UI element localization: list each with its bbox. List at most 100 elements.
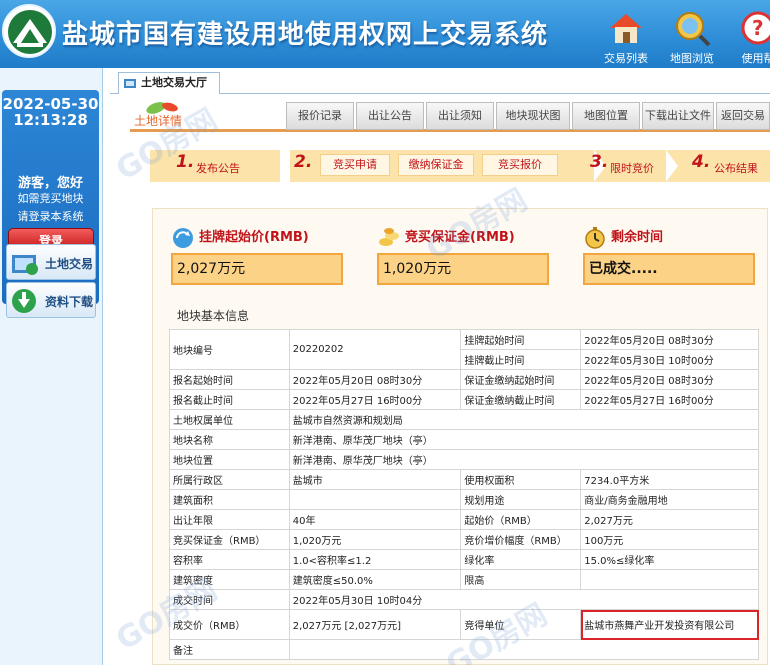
value-parcel-name: 新洋港南、原华茂厂地块（亭） [288,429,760,450]
value-building-area [288,489,462,510]
step-4-label: 公布结果 [714,162,758,175]
refresh-coin-icon [171,226,195,250]
section-title: 地块基本信息 [177,309,250,323]
tab-current-map[interactable]: 地块现状图 [496,102,570,130]
value-term: 40年 [288,509,462,530]
start-price-card: 挂牌起始价(RMB) 2,027万元 [171,223,343,285]
table-row: 建筑面积 规划用途 商业/商务金融用地 [169,489,759,510]
value-plot-ratio: 1.0<容积率≤1.2 [288,549,462,570]
label-planned-use: 规划用途 [460,489,582,510]
label-parcel-location: 地块位置 [169,449,290,470]
download-label: 资料下载 [45,295,94,309]
hall-icon [123,76,137,90]
table-row: 容积率 1.0<容积率≤1.2 绿化率 15.0%≤绿化率 [169,549,759,570]
land-info-table: 地块编号 20220202 挂牌起始时间 2022年05月20日 08时30分 … [169,329,760,660]
value-winner: 盐城市燕舞产业开发投资有限公司 [580,609,759,640]
value-deal-price: 2,027万元 [2,027万元] [288,609,462,640]
label-owner: 土地权属单位 [169,409,290,430]
step-arrow [666,150,678,182]
value-parcel-location: 新洋港南、原华茂厂地块（亭） [288,449,760,470]
value-start-price: 2,027万元 [580,509,759,530]
map-browse-label: 地图浏览 [670,52,714,65]
label-building-density: 建筑密度 [169,569,290,590]
step-4-number: 4. [692,152,711,172]
step-1-number: 1. [176,152,195,172]
bid-hint-link[interactable]: 如需竞买地块 [2,190,99,206]
transaction-list-button[interactable]: 交易列表 [598,8,654,66]
value-listing-end: 2022年05月30日 10时00分 [580,349,759,370]
time-text: 12:13:28 [13,111,88,129]
deposit-title: 竞买保证金(RMB) [405,230,515,245]
value-listing-start: 2022年05月20日 08时30分 [580,329,759,350]
step-1: 1. 发布公告 [150,150,280,182]
sidebar-item-download[interactable]: 资料下载 [6,282,96,318]
welcome-text: 游客，您好 [17,176,83,191]
land-trade-icon [10,249,40,277]
label-use-area: 使用权面积 [460,469,582,490]
label-height-limit: 限高 [460,569,582,590]
tab-land-trade-hall[interactable]: 土地交易大厅 [118,72,220,94]
left-panel: 2022-05-30 12:13:28 游客，您好 如需竞买地块 请登录本系统 … [0,68,103,665]
remaining-time-title: 剩余时间 [611,230,664,245]
label-deal-time: 成交时间 [169,589,290,610]
value-deposit-end: 2022年05月27日 16时00分 [580,389,759,410]
tab-notice[interactable]: 出让须知 [426,102,494,130]
table-row: 成交时间 2022年05月30日 10时04分 [169,589,760,610]
step-4: 4. 公布结果 [666,150,770,182]
table-row: 所属行政区 盐城市 使用权面积 7234.0平方米 [169,469,759,490]
start-price-value: 2,027万元 [171,253,343,285]
label-parcel-no: 地块编号 [169,329,290,370]
help-button[interactable]: ? 使用帮 [730,8,770,66]
value-owner: 盐城市自然资源和规划局 [288,409,760,430]
sidebar-item-land-trade[interactable]: 土地交易 [6,244,96,280]
date-text: 2022-05-30 [2,95,99,113]
help-label: 使用帮 [741,52,770,65]
tab-map-location[interactable]: 地图位置 [572,102,640,130]
svg-text:?: ? [752,16,764,40]
tab-land-detail[interactable]: 土地详情 [134,112,182,129]
value-green-rate: 15.0%≤绿化率 [580,549,759,570]
value-height-limit [580,569,759,590]
label-listing-end: 挂牌截止时间 [460,349,582,370]
tab-announcement[interactable]: 出让公告 [356,102,424,130]
table-row: 土地权属单位 盐城市自然资源和规划局 [169,409,760,430]
label-signup-end: 报名截止时间 [169,389,290,410]
table-row: 地块编号 20220202 挂牌起始时间 2022年05月20日 08时30分 [169,329,759,370]
step-2-number: 2. [294,152,313,172]
value-district: 盐城市 [288,469,462,490]
current-date: 2022-05-30 12:13:28 [2,96,99,128]
value-deposit-start: 2022年05月20日 08时30分 [580,369,759,390]
tab-bid-records[interactable]: 报价记录 [286,102,354,130]
table-row: 地块位置 新洋港南、原华茂厂地块（亭） [169,449,760,470]
label-deposit-start: 保证金缴纳起始时间 [460,369,582,390]
map-browse-button[interactable]: 地图浏览 [664,8,720,66]
remaining-time-value: 已成交..... [583,253,755,285]
value-use-area: 7234.0平方米 [580,469,759,490]
value-signup-start: 2022年05月20日 08时30分 [288,369,462,390]
step-bid-quote: 竞买报价 [482,154,558,176]
tab-back-to-hall[interactable]: 返回交易大 [716,102,770,130]
step-3-number: 3. [590,152,609,172]
login-hint-link[interactable]: 请登录本系统 [2,208,99,224]
label-increment: 竞价增价幅度（RMB） [460,529,582,550]
deposit-value: 1,020万元 [377,253,549,285]
value-deal-time: 2022年05月30日 10时04分 [288,589,760,610]
label-remark: 备注 [169,639,290,660]
value-parcel-no: 20220202 [288,329,462,370]
step-3-label: 限时竞价 [610,162,654,175]
step-pay-deposit: 缴纳保证金 [398,154,474,176]
detail-content: 挂牌起始价(RMB) 2,027万元 竞买保证金(RMB) 1,020万元 剩余… [152,208,768,665]
table-row: 出让年限 40年 起始价（RMB） 2,027万元 [169,509,759,530]
tab-download-docs[interactable]: 下载出让文件 [642,102,714,130]
value-remark [288,639,760,660]
land-trade-label: 土地交易 [45,257,94,271]
timer-icon [583,226,607,250]
label-building-area: 建筑面积 [169,489,290,510]
start-price-title: 挂牌起始价(RMB) [199,230,309,245]
table-row: 备注 [169,639,760,660]
remaining-time-card: 剩余时间 已成交..... [583,223,755,285]
label-green-rate: 绿化率 [460,549,582,570]
detail-tabs: 土地详情 报价记录 出让公告 出让须知 地块现状图 地图位置 下载出让文件 返回… [130,98,770,132]
label-deposit: 竞买保证金（RMB） [169,529,290,550]
label-district: 所属行政区 [169,469,290,490]
